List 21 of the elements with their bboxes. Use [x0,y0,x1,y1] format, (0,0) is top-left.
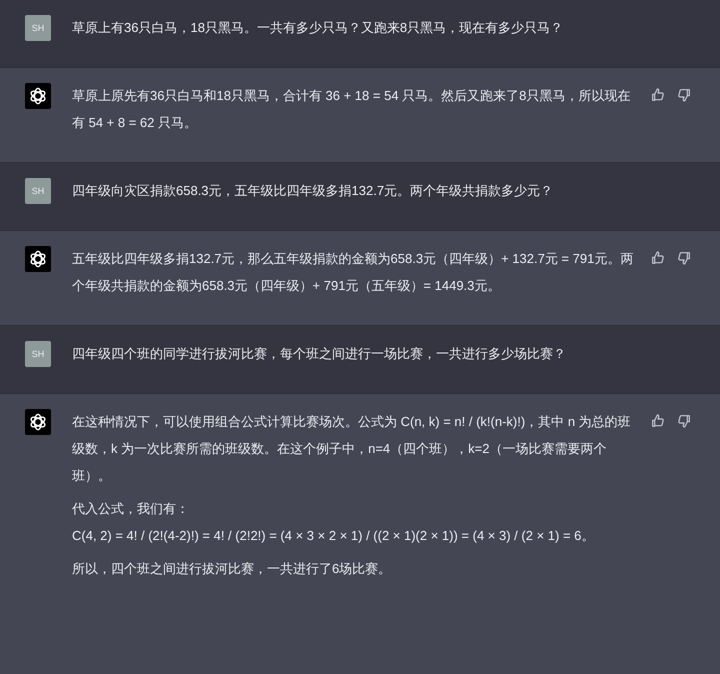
message-text: 代入公式，我们有： [72,500,190,518]
message-text: 五年级比四年级多捐132.7元，那么五年级捐款的金额为658.3元（四年级）+ 132.7元 = 791元。两个年级共捐款的金额为658.3元（四年级）+ 791元（五年级）= 1449.3元。 [72,250,634,295]
message-text: 草原上有36只白马，18只黑马。一共有多少只马？又跑来8只黑马，现在有多少只马？ [72,19,564,37]
message-text: C(4, 2) = 4! / (2!(4-2)!) = 4! / (2!2!) = (4 × 3 × 2 × 1) / ((2 × 1)(2 × 1)) = (4 × 3) / (2 × 1) = 6。 [72,527,596,545]
user-avatar: SH [25,15,51,41]
user-avatar: SH [25,341,51,367]
message-text: 四年级向灾区捐款658.3元，五年级比四年级多捐132.7元。两个年级共捐款多少元？ [72,182,554,200]
message-text: 四年级四个班的同学进行拔河比赛，每个班之间进行一场比赛，一共进行多少场比赛？ [72,345,567,363]
thumbs-up-icon[interactable] [650,250,666,266]
assistant-avatar-icon [25,246,51,272]
assistant-avatar-icon [25,409,51,435]
thumbs-down-icon[interactable] [676,413,692,429]
message-text: 在这种情况下，可以使用组合公式计算比赛场次。公式为 C(n, k) = n! / (k!(n-k)!)，其中 n 为总的班级数，k 为一次比赛所需的班级数。在这个例子中，n=4（四个班），k=2（一场比赛需要两个班）。 [72,413,632,485]
message-text: 所以，四个班之间进行拔河比赛，一共进行了6场比赛。 [72,560,392,578]
thumbs-down-icon[interactable] [676,250,692,266]
assistant-avatar-icon [25,83,51,109]
thumbs-up-icon[interactable] [650,413,666,429]
user-avatar: SH [25,178,51,204]
thumbs-up-icon[interactable] [650,87,666,103]
thumbs-down-icon[interactable] [676,87,692,103]
message-text: 草原上原先有36只白马和18只黑马，合计有 36 + 18 = 54 只马。然后又跑来了8只黑马，所以现在有 54 + 8 = 62 只马。 [72,87,632,132]
